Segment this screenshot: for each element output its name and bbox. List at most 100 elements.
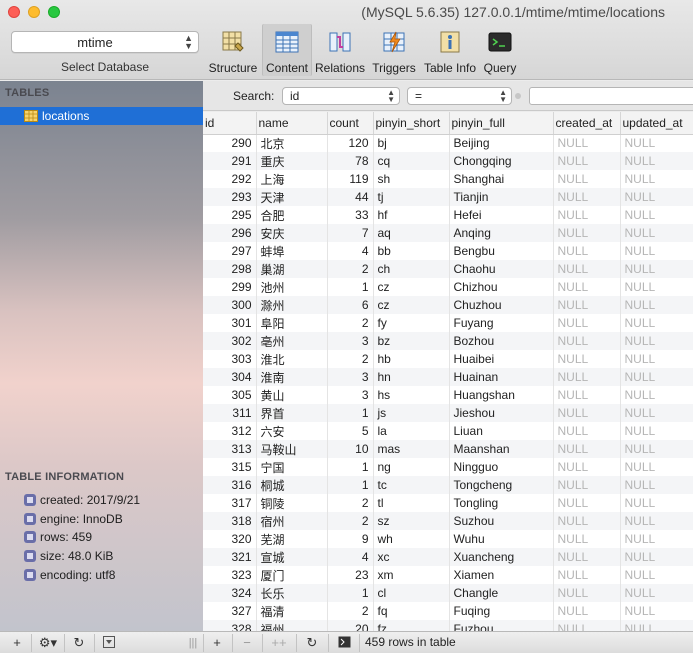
filter-field-select[interactable]: id ▲ ▼: [282, 87, 400, 105]
cell-pinyin-short[interactable]: bj: [373, 134, 450, 152]
cell-count[interactable]: 2: [327, 602, 374, 620]
cell-updated-at[interactable]: NULL: [620, 260, 693, 278]
cell-count[interactable]: 33: [327, 206, 374, 224]
cell-id[interactable]: 320: [203, 530, 257, 548]
cell-updated-at[interactable]: NULL: [620, 314, 693, 332]
column-header-updated-at[interactable]: updated_at: [620, 112, 693, 135]
cell-pinyin-short[interactable]: sh: [373, 170, 450, 188]
cell-pinyin-full[interactable]: Huaibei: [449, 350, 554, 368]
cell-pinyin-full[interactable]: Jieshou: [449, 404, 554, 422]
cell-pinyin-short[interactable]: wh: [373, 530, 450, 548]
structure-button[interactable]: Structure: [205, 24, 261, 76]
cell-created-at[interactable]: NULL: [553, 620, 621, 631]
cell-id[interactable]: 317: [203, 494, 257, 512]
cell-updated-at[interactable]: NULL: [620, 566, 693, 584]
cell-pinyin-short[interactable]: hn: [373, 368, 450, 386]
cell-pinyin-short[interactable]: tc: [373, 476, 450, 494]
cell-name[interactable]: 巢湖: [256, 260, 328, 278]
sidebar-table-locations[interactable]: locations: [0, 107, 203, 125]
cell-count[interactable]: 20: [327, 620, 374, 631]
close-window-button[interactable]: [8, 6, 20, 18]
cell-id[interactable]: 291: [203, 152, 257, 170]
cell-pinyin-full[interactable]: Changle: [449, 584, 554, 602]
cell-updated-at[interactable]: NULL: [620, 296, 693, 314]
cell-id[interactable]: 327: [203, 602, 257, 620]
cell-count[interactable]: 2: [327, 494, 374, 512]
cell-count[interactable]: 2: [327, 314, 374, 332]
cell-created-at[interactable]: NULL: [553, 494, 621, 512]
cell-pinyin-full[interactable]: Xuancheng: [449, 548, 554, 566]
cell-pinyin-full[interactable]: Chuzhou: [449, 296, 554, 314]
cell-pinyin-short[interactable]: aq: [373, 224, 450, 242]
cell-updated-at[interactable]: NULL: [620, 350, 693, 368]
column-header-count[interactable]: count: [327, 112, 374, 135]
cell-id[interactable]: 313: [203, 440, 257, 458]
cell-created-at[interactable]: NULL: [553, 170, 621, 188]
cell-id[interactable]: 298: [203, 260, 257, 278]
cell-name[interactable]: 亳州: [256, 332, 328, 350]
cell-name[interactable]: 滁州: [256, 296, 328, 314]
cell-created-at[interactable]: NULL: [553, 134, 621, 152]
table-row[interactable]: 311 界首 1 js Jieshou NULL NULL: [203, 404, 693, 422]
cell-name[interactable]: 桐城: [256, 476, 328, 494]
cell-pinyin-full[interactable]: Bengbu: [449, 242, 554, 260]
cell-id[interactable]: 292: [203, 170, 257, 188]
cell-created-at[interactable]: NULL: [553, 224, 621, 242]
cell-count[interactable]: 1: [327, 278, 374, 296]
cell-created-at[interactable]: NULL: [553, 530, 621, 548]
cell-count[interactable]: 2: [327, 512, 374, 530]
cell-pinyin-short[interactable]: cl: [373, 584, 450, 602]
cell-count[interactable]: 7: [327, 224, 374, 242]
cell-created-at[interactable]: NULL: [553, 512, 621, 530]
cell-id[interactable]: 293: [203, 188, 257, 206]
cell-name[interactable]: 福州: [256, 620, 328, 631]
cell-count[interactable]: 1: [327, 584, 374, 602]
table-row[interactable]: 293 天津 44 tj Tianjin NULL NULL: [203, 188, 693, 206]
cell-count[interactable]: 3: [327, 332, 374, 350]
cell-name[interactable]: 天津: [256, 188, 328, 206]
column-header-pinyin-short[interactable]: pinyin_short: [373, 112, 450, 135]
cell-name[interactable]: 铜陵: [256, 494, 328, 512]
cell-pinyin-short[interactable]: hs: [373, 386, 450, 404]
cell-pinyin-full[interactable]: Anqing: [449, 224, 554, 242]
table-row[interactable]: 302 亳州 3 bz Bozhou NULL NULL: [203, 332, 693, 350]
cell-name[interactable]: 池州: [256, 278, 328, 296]
cell-created-at[interactable]: NULL: [553, 260, 621, 278]
cell-count[interactable]: 3: [327, 368, 374, 386]
cell-updated-at[interactable]: NULL: [620, 548, 693, 566]
filter-operator-select[interactable]: = ▲ ▼: [407, 87, 512, 105]
refresh-tables-button[interactable]: ↻: [70, 634, 88, 652]
cell-updated-at[interactable]: NULL: [620, 440, 693, 458]
cell-count[interactable]: 120: [327, 134, 374, 152]
cell-created-at[interactable]: NULL: [553, 476, 621, 494]
cell-id[interactable]: 318: [203, 512, 257, 530]
cell-id[interactable]: 299: [203, 278, 257, 296]
cell-created-at[interactable]: NULL: [553, 458, 621, 476]
cell-count[interactable]: 1: [327, 404, 374, 422]
cell-pinyin-full[interactable]: Fuqing: [449, 602, 554, 620]
cell-name[interactable]: 淮南: [256, 368, 328, 386]
cell-pinyin-full[interactable]: Maanshan: [449, 440, 554, 458]
cell-id[interactable]: 321: [203, 548, 257, 566]
cell-pinyin-full[interactable]: Ningguo: [449, 458, 554, 476]
cell-pinyin-short[interactable]: fq: [373, 602, 450, 620]
table-row[interactable]: 298 巢湖 2 ch Chaohu NULL NULL: [203, 260, 693, 278]
gear-menu-button[interactable]: ⚙▾: [36, 634, 60, 652]
cell-pinyin-short[interactable]: hf: [373, 206, 450, 224]
relations-button[interactable]: Relations: [314, 24, 366, 76]
cell-name[interactable]: 合肥: [256, 206, 328, 224]
cell-pinyin-full[interactable]: Tianjin: [449, 188, 554, 206]
table-row[interactable]: 318 宿州 2 sz Suzhou NULL NULL: [203, 512, 693, 530]
cell-updated-at[interactable]: NULL: [620, 584, 693, 602]
cell-updated-at[interactable]: NULL: [620, 602, 693, 620]
table-row[interactable]: 328 福州 20 fz Fuzhou NULL NULL: [203, 620, 693, 631]
cell-created-at[interactable]: NULL: [553, 278, 621, 296]
cell-pinyin-short[interactable]: cq: [373, 152, 450, 170]
cell-updated-at[interactable]: NULL: [620, 422, 693, 440]
cell-updated-at[interactable]: NULL: [620, 278, 693, 296]
duplicate-row-button[interactable]: ++: [268, 634, 290, 652]
table-row[interactable]: 320 芜湖 9 wh Wuhu NULL NULL: [203, 530, 693, 548]
cell-id[interactable]: 312: [203, 422, 257, 440]
cell-pinyin-short[interactable]: hb: [373, 350, 450, 368]
cell-count[interactable]: 1: [327, 458, 374, 476]
